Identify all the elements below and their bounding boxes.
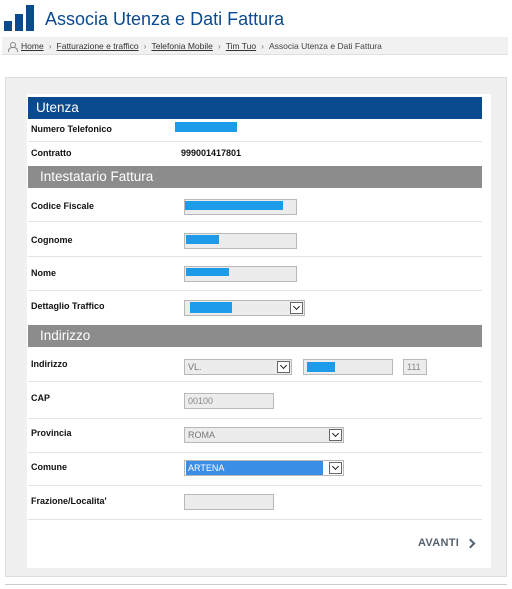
breadcrumb-telefonia-mobile[interactable]: Telefonia Mobile [151, 41, 212, 51]
cognome-redacted [186, 235, 219, 244]
breadcrumb-home[interactable]: Home [21, 41, 44, 51]
cognome-label: Cognome [31, 235, 73, 245]
breadcrumb-separator: › [217, 41, 221, 51]
section-utenza-header: Utenza [28, 97, 482, 119]
row-provincia: Provincia ROMA [28, 420, 482, 453]
nome-label: Nome [31, 268, 57, 278]
civico-value: 111 [407, 362, 421, 372]
row-numero-telefonico: Numero Telefonico [28, 119, 482, 142]
row-codice-fiscale: Codice Fiscale [28, 188, 482, 222]
row-cognome: Cognome [28, 223, 482, 257]
breadcrumb-tim-tuo[interactable]: Tim Tuo [226, 41, 256, 51]
codice-fiscale-label: Codice Fiscale [31, 201, 95, 211]
dettaglio-traffico-redacted [190, 302, 232, 313]
tipo-via-select[interactable]: VL. [184, 359, 292, 375]
chevron-down-icon [290, 302, 303, 314]
contratto-label: Contratto [31, 148, 72, 158]
row-contratto: Contratto 999001417801 [28, 143, 482, 166]
cap-label: CAP [31, 393, 51, 403]
contratto-value: 999001417801 [181, 148, 242, 158]
row-indirizzo: Indirizzo VL. 111 [28, 347, 482, 382]
numero-telefonico-redacted [175, 122, 237, 132]
breadcrumb-separator: › [261, 41, 264, 51]
provincia-label: Provincia [31, 428, 72, 438]
chevron-down-icon [277, 361, 290, 373]
chevron-right-icon [465, 538, 476, 548]
chevron-down-icon [329, 429, 342, 441]
comune-value: ARTENA [186, 461, 323, 475]
frazione-label: Frazione/Localita' [31, 496, 107, 506]
row-nome: Nome [28, 258, 482, 291]
footer-divider [5, 584, 507, 585]
civico-field[interactable]: 111 [403, 359, 427, 375]
dettaglio-traffico-label: Dettaglio Traffico [31, 301, 105, 311]
section-indirizzo-header: Indirizzo [28, 325, 482, 347]
user-icon [8, 41, 18, 52]
breadcrumb-separator: › [143, 41, 147, 51]
numero-telefonico-label: Numero Telefonico [31, 124, 112, 134]
indirizzo-label: Indirizzo [31, 359, 68, 369]
breadcrumb: Home › Fatturazione e traffico › Telefon… [8, 41, 382, 52]
breadcrumb-fatturazione[interactable]: Fatturazione e traffico [57, 41, 139, 51]
avanti-label: AVANTI [418, 537, 460, 549]
provincia-value: ROMA [188, 430, 215, 440]
page-title: Associa Utenza e Dati Fattura [45, 9, 285, 29]
row-dettaglio-traffico: Dettaglio Traffico [28, 292, 482, 324]
comune-label: Comune [31, 462, 67, 472]
tipo-via-value: VL. [188, 362, 202, 372]
frazione-field[interactable] [184, 494, 274, 510]
row-cap: CAP 00100 [28, 383, 482, 419]
row-comune: Comune ARTENA [28, 454, 482, 486]
comune-select[interactable]: ARTENA [184, 460, 344, 476]
tim-logo-icon [4, 5, 34, 31]
provincia-select[interactable]: ROMA [184, 427, 344, 443]
codice-fiscale-redacted [185, 201, 283, 210]
via-redacted [307, 362, 335, 372]
chevron-down-icon [329, 462, 342, 474]
cap-value: 00100 [188, 396, 214, 406]
breadcrumb-current: Associa Utenza e Dati Fattura [268, 41, 382, 51]
row-frazione: Frazione/Localita' [28, 487, 482, 520]
section-intestatario-header: Intestatario Fattura [28, 166, 482, 188]
cap-field[interactable]: 00100 [184, 393, 274, 409]
nome-redacted [186, 268, 229, 276]
breadcrumb-separator: › [48, 41, 52, 51]
avanti-button[interactable]: AVANTI [418, 537, 476, 549]
